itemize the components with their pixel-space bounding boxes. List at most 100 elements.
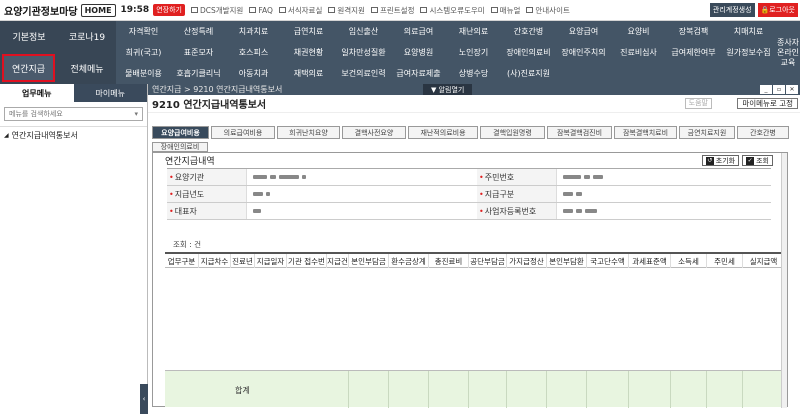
menu-item[interactable]: 의료급여 (391, 21, 446, 42)
menu-item[interactable]: 장애인주치의 (556, 42, 611, 63)
collapse-panel-button[interactable]: ‹ (140, 384, 148, 414)
menu-item[interactable]: 재난의료 (446, 21, 501, 42)
grid-column-header[interactable]: 주민세 (707, 254, 743, 268)
top-link-remote[interactable]: 원격지원 (328, 5, 365, 16)
menu-item[interactable]: 상병수당 (446, 63, 501, 84)
home-button[interactable]: HOME (80, 3, 116, 17)
menu-item[interactable]: 간호간병 (501, 21, 556, 42)
menu-item[interactable]: 희귀(국고) (116, 42, 171, 63)
menu-item[interactable]: 원가정보수집 (721, 42, 776, 63)
tab-tb-prior[interactable]: 결핵사전요양 (342, 126, 406, 139)
grid-column-header[interactable]: 환수금상계 (389, 254, 429, 268)
pin-to-my-menu-button[interactable]: 마이메뉴로 고정 (737, 98, 798, 109)
printer-icon (370, 7, 378, 13)
tab-work-menu[interactable]: 업무메뉴 (0, 84, 74, 102)
menu-search-select[interactable]: 메뉴를 검색하세요 ▾ (4, 107, 143, 121)
tab-medical-care[interactable]: 요양급여비용 (152, 126, 209, 139)
grid-column-header[interactable]: 과세표준액 (629, 254, 671, 268)
extend-session-button[interactable]: 연장하기 (153, 4, 185, 16)
grid-column-header[interactable]: 총진료비 (429, 254, 469, 268)
menu-item[interactable]: 재택의료 (281, 63, 336, 84)
top-link-guide[interactable]: 안내사이트 (526, 5, 570, 16)
type-value[interactable] (563, 186, 763, 202)
grid-column-header[interactable]: 진료년 (231, 254, 255, 268)
menu-item[interactable]: 호스피스 (226, 42, 281, 63)
refresh-icon: ↺ (705, 156, 714, 165)
menu-item[interactable]: 산정특례 (171, 21, 226, 42)
org-value[interactable] (253, 169, 453, 185)
menu-item[interactable]: 노인장기 (446, 42, 501, 63)
tab-smoking-cessation[interactable]: 금연치료지원 (679, 126, 735, 139)
menu-item[interactable]: 급여제한여부 (666, 42, 721, 63)
menu-item[interactable]: 요양비 (611, 21, 666, 42)
menu-online-education[interactable]: 종사자 온라인 교육 (776, 21, 800, 84)
tab-nursing-care[interactable]: 간호간병 (737, 126, 789, 139)
menu-item[interactable]: (사)진료지원 (501, 63, 556, 84)
grid-column-header[interactable]: 국고단수액 (587, 254, 629, 268)
year-value[interactable] (253, 186, 453, 202)
top-link-print[interactable]: 프린트설정 (370, 5, 414, 16)
grid-column-header[interactable]: 지급차수 (199, 254, 231, 268)
bizno-value[interactable] (563, 203, 763, 219)
menu-item[interactable]: 임신출산 (336, 21, 391, 42)
tab-tb-admission[interactable]: 결핵입원명령 (480, 126, 545, 139)
tree-item-year-end-statement[interactable]: ◢ 연간지급내역통보서 (0, 126, 147, 144)
top-link-forms[interactable]: 서식자료실 (278, 5, 322, 16)
menu-item[interactable]: 장애인의료비 (501, 42, 556, 63)
menu-item[interactable]: 급연치료 (281, 21, 336, 42)
grid-column-header[interactable]: 소득세 (671, 254, 707, 268)
create-account-button[interactable]: 관리계정생성 (709, 3, 755, 17)
alert-open-button[interactable]: ▼ 알림열기 (423, 84, 473, 95)
menu-corona[interactable]: 코로나19 (58, 21, 116, 52)
top-link-faq[interactable]: FAQ (249, 5, 273, 16)
grid-column-header[interactable]: 기관 접수번 (287, 254, 327, 268)
main-menu: 기본정보 코로나19 연간지급 전체메뉴 자격확인 산정특례 치과치료 급연치료… (0, 21, 800, 84)
tab-catastrophic[interactable]: 재난적의료비용 (408, 126, 478, 139)
tab-latent-tb-exam[interactable]: 잠복결핵검진비 (547, 126, 612, 139)
menu-item[interactable]: 물배분이용 (116, 63, 171, 84)
grid-column-header[interactable]: 가지급정산 (507, 254, 547, 268)
menu-item[interactable]: 장복검팩 (666, 21, 721, 42)
menu-item[interactable]: 일차만성질환 (336, 42, 391, 63)
tab-disability-medical[interactable]: 장애인의료비 (152, 142, 208, 152)
menu-all[interactable]: 전체메뉴 (58, 52, 116, 84)
grid-column-header[interactable]: 공단부담금 (469, 254, 507, 268)
menu-item[interactable]: 급여자료제출 (391, 63, 446, 84)
menu-year-end-payment[interactable]: 연간지급 (2, 54, 55, 82)
restore-icon[interactable]: ▫ (773, 85, 785, 94)
menu-item[interactable]: 요양병원 (391, 42, 446, 63)
query-button[interactable]: ✓ 조회 (742, 155, 773, 166)
grid-column-header[interactable]: 업무구분 (165, 254, 199, 268)
menu-item[interactable]: 자격확인 (116, 21, 171, 42)
menu-item[interactable]: 표준모자 (171, 42, 226, 63)
menu-basic-info[interactable]: 기본정보 (0, 21, 58, 52)
top-link-manual[interactable]: 매뉴얼 (490, 5, 520, 16)
rrn-value[interactable] (563, 169, 763, 185)
menu-item[interactable]: 치매치료 (721, 21, 776, 42)
rep-value[interactable] (253, 203, 453, 219)
close-icon[interactable]: ✕ (786, 85, 798, 94)
menu-item[interactable]: 요양급여 (556, 21, 611, 42)
menu-item[interactable]: 치과치료 (226, 21, 281, 42)
reset-button[interactable]: ↺ 초기화 (701, 155, 740, 166)
tab-latent-tb-treatment[interactable]: 잠복결핵치료비 (614, 126, 677, 139)
menu-item[interactable]: 보건의료인력 (336, 63, 391, 84)
logout-button[interactable]: 🔒로그아웃 (757, 3, 798, 17)
tab-rare-disease[interactable]: 희귀난치요양 (277, 126, 340, 139)
menu-item[interactable]: 진료비심사 (611, 42, 666, 63)
tab-my-menu[interactable]: 마이메뉴 (73, 84, 147, 102)
top-link-dcs[interactable]: DCS개발지원 (190, 5, 243, 16)
vertical-scrollbar[interactable] (781, 153, 787, 408)
grid-column-header[interactable]: 지급일자 (255, 254, 287, 268)
help-button[interactable]: 도움말 (684, 98, 712, 109)
top-link-error-help[interactable]: 시스템오류도우미 (420, 5, 485, 16)
grid-column-header[interactable]: 실지급액 (743, 254, 785, 268)
tab-medical-aid[interactable]: 의료급여비용 (211, 126, 275, 139)
menu-item[interactable]: 호흡기클리닉 (171, 63, 226, 84)
menu-item[interactable]: 아동치과 (226, 63, 281, 84)
menu-item[interactable]: 채권현황 (281, 42, 336, 63)
grid-column-header[interactable]: 본인부담금 (349, 254, 389, 268)
grid-column-header[interactable]: 본인부담환 (547, 254, 587, 268)
minimize-icon[interactable]: _ (760, 85, 772, 94)
grid-column-header[interactable]: 지급건 (327, 254, 349, 268)
